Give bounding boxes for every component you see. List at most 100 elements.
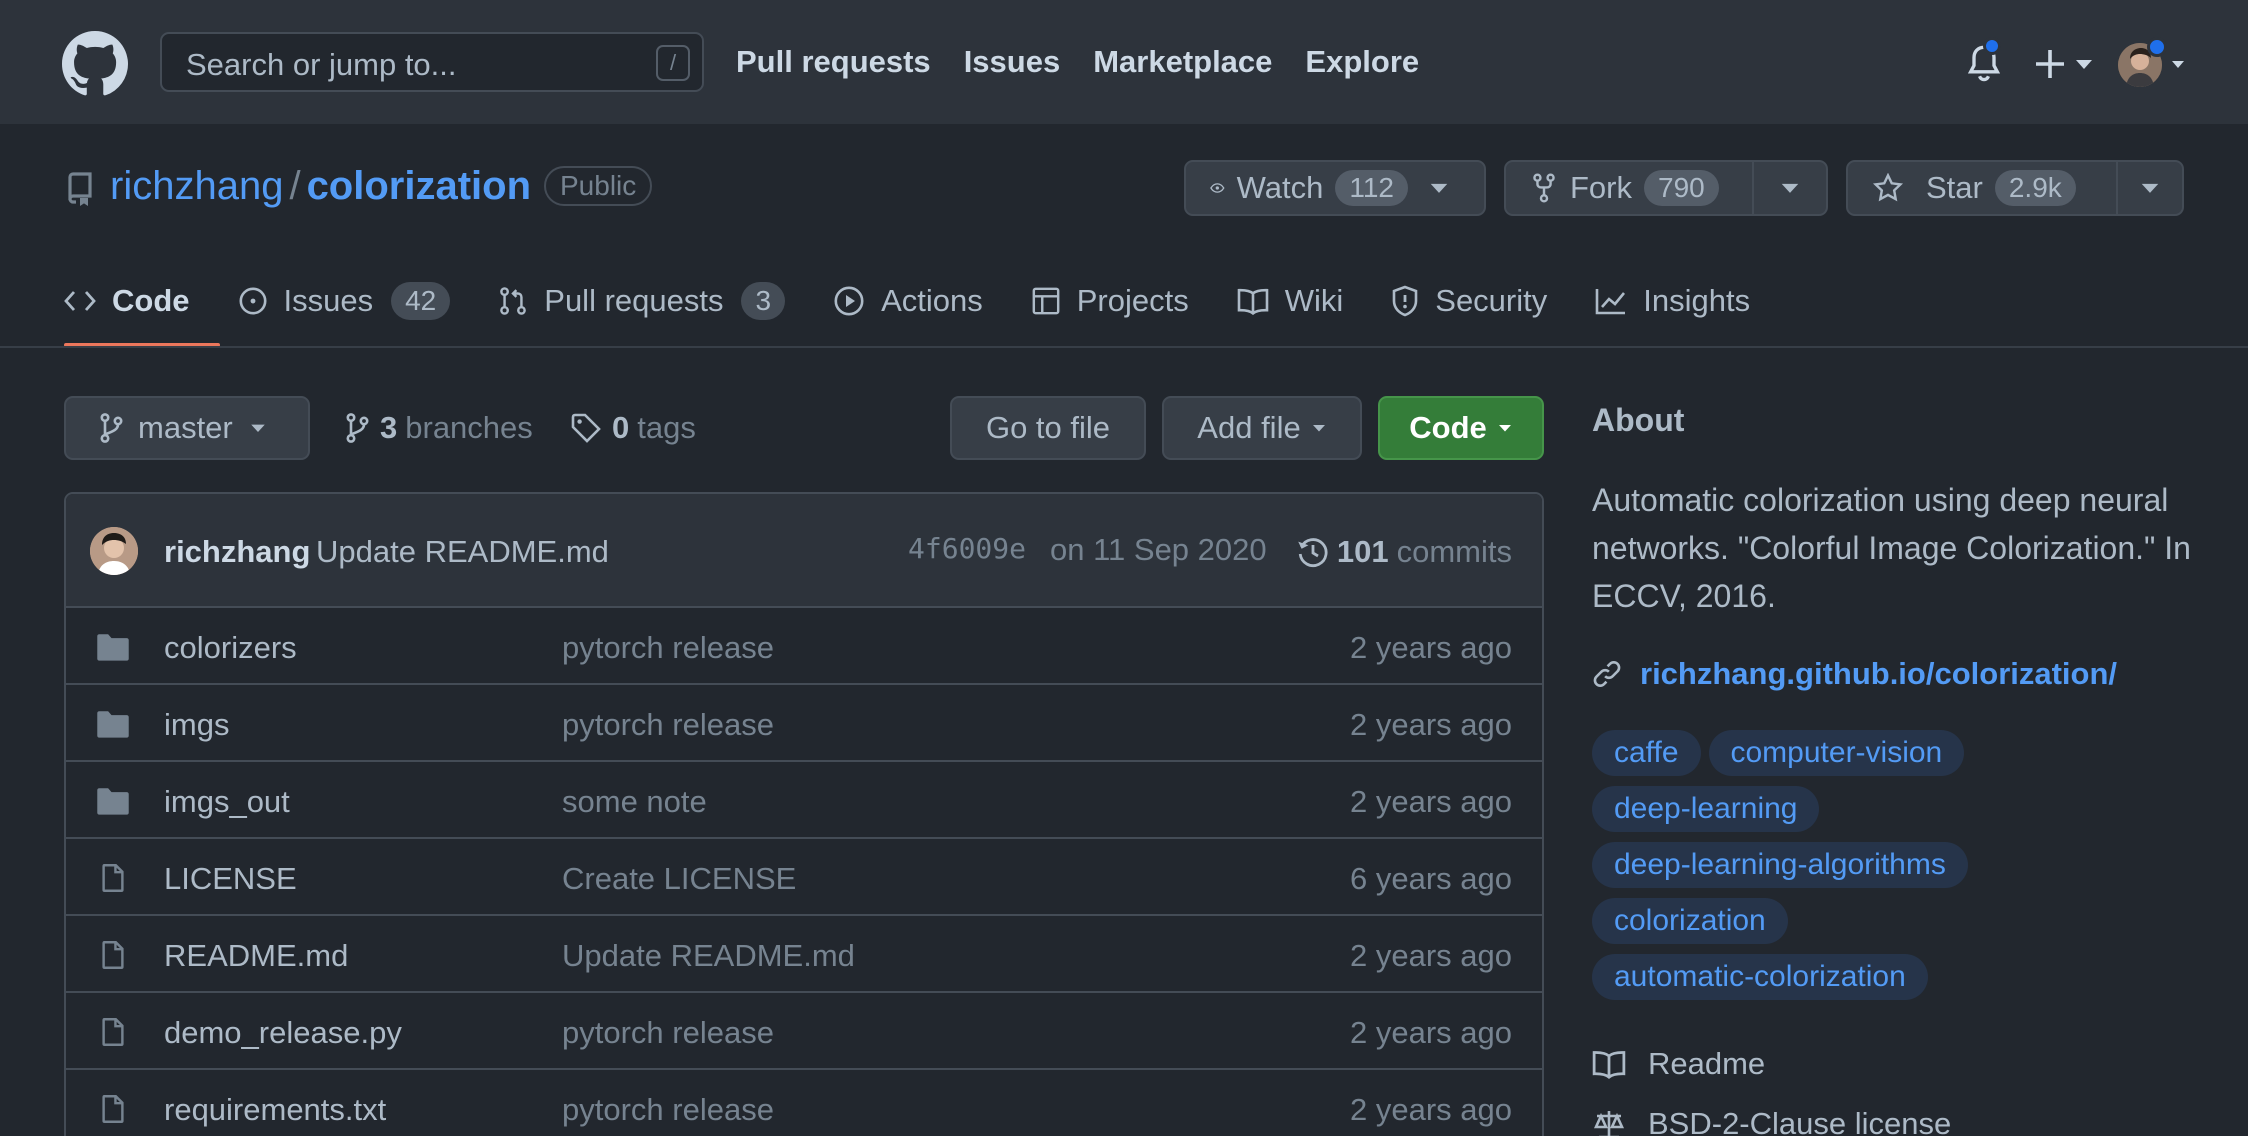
nav-issues[interactable]: Issues bbox=[964, 44, 1061, 80]
homepage-link[interactable]: richzhang.github.io/colorization/ bbox=[1592, 656, 2117, 692]
fork-button[interactable]: Fork 790 bbox=[1506, 162, 1752, 214]
file-commit-message[interactable]: some note bbox=[562, 784, 707, 820]
tab-insights[interactable]: Insights bbox=[1595, 276, 1750, 326]
file-commit-message[interactable]: Update README.md bbox=[562, 938, 855, 974]
homepage-url: richzhang.github.io/colorization/ bbox=[1640, 656, 2118, 691]
file-row[interactable]: README.md Update README.md 2 years ago bbox=[66, 916, 1542, 993]
commits-link[interactable]: 101 commits bbox=[1297, 534, 1512, 570]
chevron-down-icon[interactable] bbox=[2170, 58, 2186, 70]
nav-marketplace[interactable]: Marketplace bbox=[1093, 44, 1272, 80]
code-icon bbox=[64, 291, 96, 311]
nav-explore[interactable]: Explore bbox=[1305, 44, 1419, 80]
file-commit-message[interactable]: pytorch release bbox=[562, 707, 774, 743]
link-icon bbox=[1593, 661, 1621, 687]
topic-tag[interactable]: colorization bbox=[1592, 898, 1788, 944]
search-input[interactable]: Search or jump to... / bbox=[160, 32, 704, 92]
file-commit-message[interactable]: Create LICENSE bbox=[562, 861, 796, 897]
pull-request-icon bbox=[500, 287, 527, 315]
commit-author[interactable]: richzhang bbox=[164, 534, 310, 570]
star-button[interactable]: Star 2.9k bbox=[1848, 162, 2116, 214]
topic-tag[interactable]: caffe bbox=[1592, 730, 1701, 776]
file-row[interactable]: colorizers pytorch release 2 years ago bbox=[66, 608, 1542, 685]
commit-message[interactable]: Update README.md bbox=[316, 534, 609, 570]
fork-count: 790 bbox=[1644, 170, 1719, 206]
topics-list: caffe computer-vision deep-learning deep-… bbox=[1592, 730, 2212, 1010]
tag-icon bbox=[571, 413, 601, 443]
file-browser: richzhang Update README.md 4f6009e on 11… bbox=[64, 492, 1544, 1136]
global-header: Search or jump to... / Pull requests Iss… bbox=[0, 0, 2248, 124]
file-name[interactable]: README.md bbox=[164, 938, 348, 974]
branches-count: 3 bbox=[380, 410, 398, 445]
star-dropdown[interactable] bbox=[2116, 162, 2182, 214]
issue-icon bbox=[239, 287, 266, 315]
watch-count: 112 bbox=[1335, 170, 1408, 206]
tab-label: Issues bbox=[283, 283, 374, 318]
file-row[interactable]: imgs pytorch release 2 years ago bbox=[66, 685, 1542, 762]
tab-actions[interactable]: Actions bbox=[833, 276, 983, 326]
global-nav: Pull requests Issues Marketplace Explore bbox=[736, 44, 1452, 80]
file-name[interactable]: imgs bbox=[164, 707, 229, 743]
book-icon bbox=[1237, 288, 1269, 315]
file-icon bbox=[102, 941, 124, 969]
fork-dropdown[interactable] bbox=[1752, 162, 1826, 214]
repo-name-link[interactable]: colorization bbox=[307, 164, 531, 208]
file-name[interactable]: demo_release.py bbox=[164, 1015, 402, 1051]
commit-date: on 11 Sep 2020 bbox=[1050, 532, 1267, 567]
tab-security[interactable]: Security bbox=[1391, 276, 1547, 326]
tab-issues[interactable]: Issues 42 bbox=[238, 276, 451, 326]
chevron-down-icon bbox=[1781, 183, 1799, 193]
tab-code[interactable]: Code bbox=[64, 276, 190, 326]
topic-tag[interactable]: deep-learning bbox=[1592, 786, 1820, 832]
add-file-button[interactable]: Add file bbox=[1162, 396, 1362, 460]
repo-owner-link[interactable]: richzhang bbox=[110, 164, 283, 208]
watch-button[interactable]: Watch 112 bbox=[1186, 162, 1424, 214]
chevron-down-icon bbox=[2141, 183, 2159, 193]
file-name[interactable]: colorizers bbox=[164, 630, 297, 666]
file-age: 2 years ago bbox=[1350, 630, 1512, 665]
folder-icon bbox=[97, 634, 129, 661]
file-row[interactable]: imgs_out some note 2 years ago bbox=[66, 762, 1542, 839]
commit-sha[interactable]: 4f6009e bbox=[908, 532, 1026, 565]
file-icon bbox=[102, 1095, 124, 1123]
readme-link[interactable]: Readme bbox=[1592, 1046, 1765, 1082]
code-button[interactable]: Code bbox=[1378, 396, 1544, 460]
commit-author-avatar[interactable] bbox=[90, 527, 138, 575]
github-logo-icon[interactable] bbox=[62, 31, 128, 97]
file-name[interactable]: imgs_out bbox=[164, 784, 290, 820]
add-file-label: Add file bbox=[1197, 410, 1301, 445]
license-link[interactable]: BSD-2-Clause license bbox=[1592, 1106, 1951, 1136]
search-placeholder: Search or jump to... bbox=[186, 47, 457, 82]
go-to-file-button[interactable]: Go to file bbox=[950, 396, 1146, 460]
file-commit-message[interactable]: pytorch release bbox=[562, 1015, 774, 1051]
file-row[interactable]: LICENSE Create LICENSE 6 years ago bbox=[66, 839, 1542, 916]
file-age: 2 years ago bbox=[1350, 938, 1512, 973]
fork-button-group: Fork 790 bbox=[1504, 160, 1828, 216]
book-icon bbox=[1592, 1051, 1626, 1079]
create-new-plus-icon[interactable] bbox=[2034, 48, 2098, 80]
file-commit-message[interactable]: pytorch release bbox=[562, 630, 774, 666]
commits-count: 101 bbox=[1336, 534, 1389, 569]
topic-tag[interactable]: computer-vision bbox=[1708, 730, 1965, 776]
file-row[interactable]: demo_release.py pytorch release 2 years … bbox=[66, 993, 1542, 1070]
notification-dot bbox=[1983, 37, 2001, 55]
tab-pull-requests[interactable]: Pull requests 3 bbox=[498, 276, 786, 326]
tab-wiki[interactable]: Wiki bbox=[1237, 276, 1344, 326]
file-name[interactable]: requirements.txt bbox=[164, 1092, 386, 1128]
branch-select-button[interactable]: master bbox=[64, 396, 310, 460]
file-commit-message[interactable]: pytorch release bbox=[562, 1092, 774, 1128]
watch-button-group: Watch 112 bbox=[1184, 160, 1486, 216]
file-name[interactable]: LICENSE bbox=[164, 861, 297, 897]
topic-tag[interactable]: automatic-colorization bbox=[1592, 954, 1928, 1000]
graph-icon bbox=[1595, 289, 1626, 315]
chevron-down-icon bbox=[1312, 425, 1325, 432]
license-label: BSD-2-Clause license bbox=[1648, 1106, 1952, 1136]
tab-label: Wiki bbox=[1284, 283, 1344, 318]
chevron-down-icon[interactable] bbox=[1428, 181, 1450, 195]
branches-link[interactable]: 3 branches bbox=[344, 410, 533, 446]
tags-link[interactable]: 0 tags bbox=[570, 410, 696, 446]
tab-projects[interactable]: Projects bbox=[1031, 276, 1189, 326]
topic-tag[interactable]: deep-learning-algorithms bbox=[1592, 842, 1968, 888]
tab-label: Security bbox=[1435, 283, 1548, 318]
file-row[interactable]: requirements.txt pytorch release 2 years… bbox=[66, 1070, 1542, 1136]
nav-pull-requests[interactable]: Pull requests bbox=[736, 44, 931, 80]
